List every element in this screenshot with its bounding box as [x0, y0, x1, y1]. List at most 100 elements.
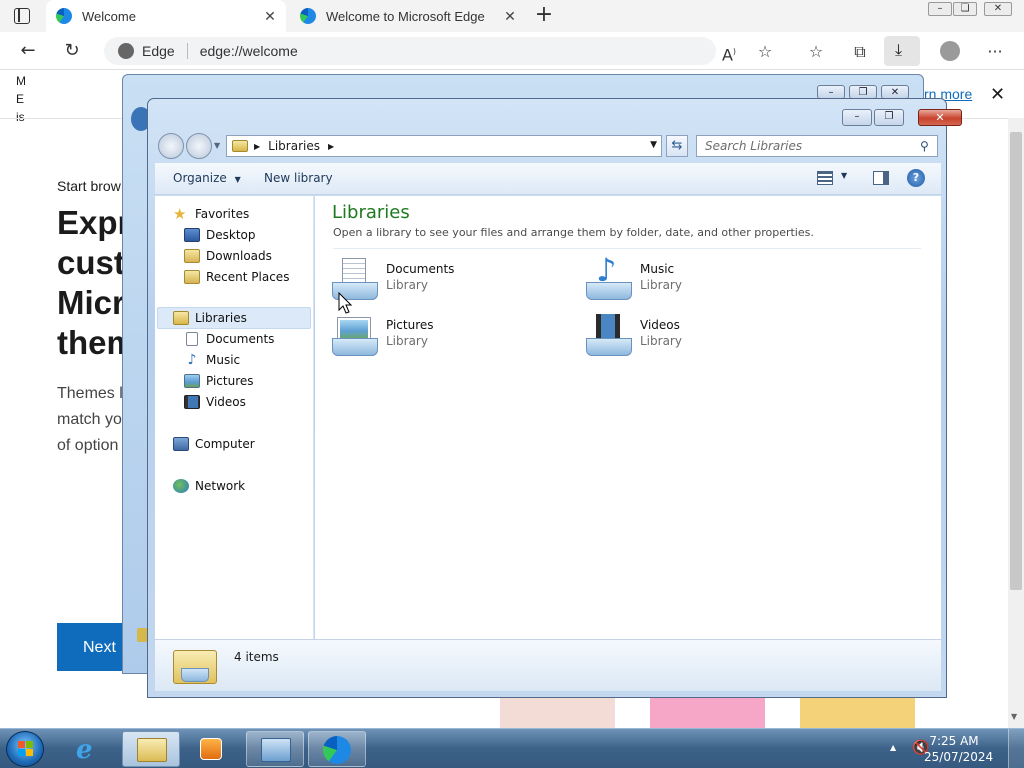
navigation-pane: ★ Favorites Desktop Downloads Recent Pla… [155, 196, 314, 639]
refresh-icon[interactable]: ⇆ [666, 135, 688, 157]
theme-thumbnail[interactable] [650, 698, 765, 728]
theme-thumbnail[interactable] [800, 698, 915, 728]
chevron-down-icon[interactable]: ▼ [650, 140, 657, 150]
star-icon: ★ [173, 205, 187, 223]
details-pane: 4 items [155, 639, 941, 691]
maximize-button[interactable]: ❐ [874, 109, 904, 126]
back-arrow-icon[interactable] [158, 133, 184, 159]
close-tab-icon[interactable]: ✕ [262, 8, 278, 24]
theme-thumbnail[interactable] [500, 698, 615, 728]
organize-button[interactable]: Organize ▼ [173, 171, 241, 185]
nav-network[interactable]: Network [173, 476, 245, 496]
nav-recent-places[interactable]: Recent Places [184, 267, 289, 287]
nav-computer[interactable]: Computer [173, 434, 255, 454]
forward-arrow-icon[interactable] [186, 133, 212, 159]
side-letter: M [16, 74, 26, 88]
maximize-button[interactable]: ❐ [849, 85, 877, 99]
close-tab-icon[interactable]: ✕ [502, 8, 518, 24]
more-options-icon[interactable]: ··· [982, 40, 1008, 64]
library-type: Library [640, 278, 682, 292]
explorer-window[interactable]: – ❐ ✕ ▼ ▶ Libraries ▶ ▼ ⇆ Search Librari… [147, 98, 962, 698]
side-letter: is [16, 110, 25, 124]
libraries-icon [173, 646, 217, 686]
nav-pictures[interactable]: Pictures [184, 371, 254, 391]
edge-icon [323, 736, 351, 764]
minimize-button[interactable]: – [928, 2, 952, 16]
nav-desktop[interactable]: Desktop [184, 225, 256, 245]
search-icon[interactable]: ⚲ [920, 139, 929, 153]
collections-icon[interactable]: ⧉ [847, 40, 873, 64]
close-button[interactable]: ✕ [984, 2, 1012, 16]
show-desktop-button[interactable] [1008, 729, 1024, 768]
nav-label: Libraries [195, 311, 247, 325]
chevron-right-icon[interactable]: ▶ [328, 142, 334, 151]
computer-icon [173, 437, 189, 451]
breadcrumb[interactable]: ▶ Libraries ▶ ▼ [226, 135, 662, 157]
address-bar[interactable]: Edge edge://welcome [104, 37, 716, 65]
page-body: Themes l match yo of option [57, 381, 123, 459]
minimize-button[interactable]: – [817, 85, 845, 99]
recent-pages-icon[interactable]: ▼ [214, 141, 220, 150]
maximize-button[interactable]: ❏ [953, 2, 977, 16]
add-favorite-icon[interactable]: ☆ [752, 40, 778, 64]
scroll-down-icon[interactable]: ▼ [1011, 712, 1017, 721]
chevron-right-icon[interactable]: ▶ [254, 142, 260, 151]
chevron-down-icon: ▼ [234, 175, 241, 184]
view-options-icon[interactable] [817, 171, 833, 185]
tab-actions-icon[interactable] [14, 8, 30, 24]
help-icon[interactable]: ? [907, 169, 925, 187]
item-count: 4 items [234, 650, 279, 664]
chevron-down-icon[interactable]: ▼ [841, 171, 847, 180]
clock[interactable]: 7:25 AM 25/07/2024 [924, 733, 993, 765]
avatar[interactable] [940, 41, 960, 61]
edge-icon [118, 43, 134, 59]
search-input[interactable]: Search Libraries [696, 135, 938, 157]
downloads-button[interactable]: ⤓ [884, 36, 920, 66]
taskbar-edge[interactable] [308, 731, 366, 767]
library-videos[interactable]: Videos Library [586, 312, 816, 362]
command-bar: Organize ▼ New library ▼ ? [155, 163, 941, 195]
preview-pane-icon[interactable] [873, 171, 889, 185]
read-aloud-icon[interactable]: A) [716, 40, 742, 64]
page-title: Libraries [332, 202, 410, 223]
start-button[interactable] [6, 731, 44, 767]
nav-label: Music [206, 353, 241, 367]
nav-videos[interactable]: Videos [184, 392, 246, 412]
library-name: Music [640, 262, 675, 276]
show-hidden-icons-icon[interactable]: ▲ [890, 743, 896, 752]
nav-favorites[interactable]: ★ Favorites [173, 204, 249, 224]
library-music[interactable]: ♪ Music Library [586, 254, 816, 306]
nav-music[interactable]: ♪ Music [184, 350, 241, 370]
taskbar-control-panel[interactable] [246, 731, 304, 767]
minimize-button[interactable]: – [842, 109, 872, 126]
taskbar-windows-explorer[interactable] [122, 731, 180, 767]
new-library-button[interactable]: New library [264, 171, 333, 185]
clock-time: 7:25 AM [929, 734, 979, 748]
close-button[interactable]: ✕ [881, 85, 909, 99]
control-panel-icon [261, 738, 291, 762]
tab-welcome-edge[interactable]: Welcome to Microsoft Edge ✕ [290, 0, 526, 32]
new-tab-button[interactable]: + [532, 4, 556, 28]
library-documents[interactable]: Documents Library [332, 256, 562, 306]
url-text[interactable]: edge://welcome [200, 43, 298, 59]
breadcrumb-libraries[interactable]: Libraries [268, 139, 320, 153]
library-name: Documents [386, 262, 455, 276]
tab-welcome[interactable]: Welcome ✕ [46, 0, 286, 32]
close-button[interactable]: ✕ [918, 109, 962, 126]
favorites-icon[interactable]: ☆ [803, 40, 829, 64]
media-player-icon [200, 738, 222, 760]
scrollbar-thumb[interactable] [1010, 132, 1022, 590]
network-icon [173, 479, 189, 493]
desktop-icon [184, 228, 200, 242]
back-arrow-icon[interactable]: ← [16, 40, 40, 62]
nav-documents[interactable]: Documents [184, 329, 274, 349]
library-name: Videos [640, 318, 680, 332]
nav-downloads[interactable]: Downloads [184, 246, 272, 266]
close-icon[interactable]: ✕ [990, 84, 1005, 105]
library-pictures[interactable]: Pictures Library [332, 312, 562, 362]
taskbar-media-player[interactable] [182, 731, 240, 767]
taskbar-internet-explorer[interactable]: e [62, 731, 120, 767]
nav-libraries[interactable]: Libraries [173, 308, 247, 328]
refresh-icon[interactable]: ↻ [60, 40, 84, 62]
download-icon: ⤓ [895, 40, 903, 59]
